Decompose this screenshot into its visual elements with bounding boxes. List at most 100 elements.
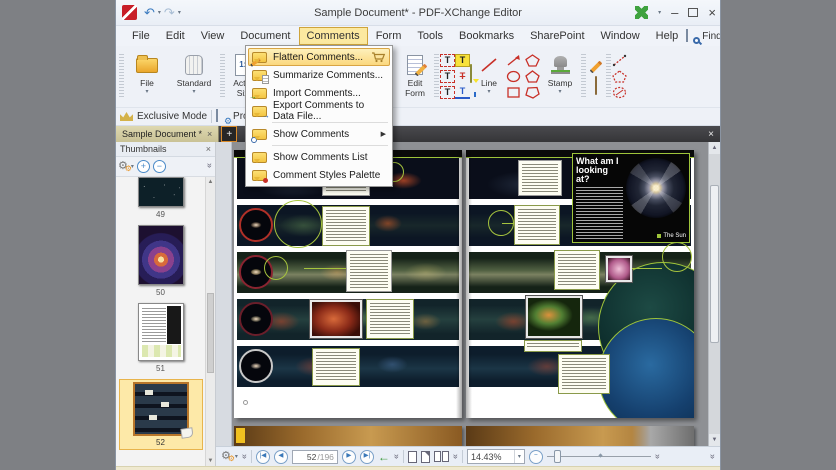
polygon-line-tool-icon[interactable] [525, 54, 540, 67]
callout-tool-icon[interactable]: T [440, 86, 455, 99]
document-tab[interactable]: Sample Document * × [116, 126, 220, 142]
scroll-down-icon[interactable]: ▼ [709, 434, 720, 446]
menu-form[interactable]: Form [368, 27, 410, 45]
thumbnail-zoom-in-button[interactable]: + [136, 160, 150, 173]
new-tab-button[interactable]: + [221, 126, 238, 142]
zoom-slider[interactable] [546, 450, 651, 463]
menu-file[interactable]: File [124, 27, 158, 45]
typewriter-tool-icon[interactable]: T [440, 54, 455, 67]
perimeter-tool-icon[interactable] [612, 70, 627, 83]
statusbar-options-caret-icon[interactable]: ▾ [235, 454, 238, 460]
statusbar-options-button[interactable]: ⚙ ⚙ [221, 451, 235, 463]
area-tool-icon[interactable] [612, 86, 627, 99]
pencil-tool-icon[interactable] [587, 58, 605, 74]
underline-text-tool-icon[interactable]: T [455, 86, 470, 99]
menu-item-show-comments-list[interactable]: Show Comments List [248, 148, 390, 166]
toolbar-grip[interactable] [220, 54, 225, 99]
redo-button[interactable]: ↷ [163, 5, 176, 20]
zoom-slider-handle[interactable] [553, 450, 561, 463]
thumbnail-image-51[interactable] [137, 303, 184, 361]
document-scrollbar[interactable]: ▲ ▼ [708, 142, 720, 446]
menu-document[interactable]: Document [232, 27, 298, 45]
menu-window[interactable]: Window [593, 27, 648, 45]
file-button[interactable]: File ▾ [125, 48, 169, 105]
statusbar-chevron-icon[interactable]: » [240, 454, 250, 459]
thumbnail-image-49[interactable] [137, 177, 184, 207]
zoom-chevron-icon[interactable]: » [653, 454, 663, 459]
menu-item-comment-styles-palette[interactable]: Comment Styles Palette [248, 166, 390, 184]
exclusive-mode-button[interactable]: Exclusive Mode [137, 111, 207, 122]
minimize-button[interactable]: – [671, 6, 678, 19]
thumbnails-options-button[interactable]: ⚙ ⚙ [118, 161, 132, 173]
toolbar-grip[interactable] [434, 54, 439, 99]
document-scrollbar-thumb[interactable] [710, 184, 719, 343]
single-page-layout-button[interactable] [407, 450, 417, 463]
redo-caret-icon[interactable]: ▾ [178, 10, 181, 16]
previous-view-button[interactable]: ← [378, 451, 390, 463]
thumbnails-scrollbar[interactable]: ▲ ▼ [205, 177, 215, 466]
stamp-button[interactable]: Stamp ▾ [540, 48, 580, 105]
view-history-chevron-icon[interactable]: » [392, 454, 402, 459]
menu-item-summarize-comments[interactable]: Summarize Comments... [248, 66, 390, 84]
text-box-tool-icon[interactable]: T [440, 70, 455, 83]
thumbnail-selected-highlight[interactable]: 52 [118, 379, 203, 450]
thumbnails-scrollbar-thumb[interactable] [207, 292, 214, 373]
thumbnails-more-chevron-icon[interactable]: » [205, 163, 215, 170]
scroll-up-icon[interactable]: ▲ [709, 142, 720, 154]
menu-sharepoint[interactable]: SharePoint [522, 27, 592, 45]
thumbnail-item-52[interactable]: 52 [116, 379, 205, 450]
thumbnail-item-50[interactable]: 50 [116, 225, 205, 303]
oval-tool-icon[interactable] [506, 70, 521, 83]
last-page-button[interactable]: ▶| [359, 449, 374, 464]
standard-button[interactable]: Standard ▾ [169, 48, 219, 105]
layout-chevron-icon[interactable]: » [451, 454, 461, 459]
edit-form-button[interactable]: Edit Form [397, 48, 433, 105]
next-page-button[interactable]: ▶ [341, 449, 356, 464]
previous-page-button[interactable]: ◀ [273, 449, 288, 464]
first-page-button[interactable]: |◀ [255, 449, 270, 464]
menu-item-show-comments[interactable]: Show Comments ▶ [248, 125, 390, 143]
continuous-layout-button[interactable] [420, 450, 430, 463]
undo-button[interactable]: ↶ [143, 5, 156, 20]
thumbnail-image-50[interactable] [137, 225, 184, 285]
menu-item-flatten-comments[interactable]: Flatten Comments... [248, 48, 390, 67]
menu-view[interactable]: View [193, 27, 233, 45]
thumbnail-zoom-out-button[interactable]: − [152, 160, 166, 173]
zoom-level-select[interactable]: 14.43% ▾ [466, 449, 525, 464]
menu-tools[interactable]: Tools [409, 27, 451, 45]
thumbnail-item-49[interactable]: 49 [116, 177, 205, 225]
scroll-up-icon[interactable]: ▲ [206, 177, 215, 187]
statusbar-more-chevron-icon[interactable]: » [708, 454, 718, 459]
highlight-text-tool-icon[interactable]: T [455, 54, 470, 67]
panel-splitter[interactable] [216, 142, 232, 446]
polygon-tool-icon[interactable] [525, 86, 540, 99]
thumbnail-item-51[interactable]: 51 [116, 303, 205, 379]
toolbar-grip[interactable] [119, 54, 124, 99]
menu-help[interactable]: Help [648, 27, 687, 45]
tab-close-icon[interactable]: × [207, 129, 212, 139]
toolbar-grip[interactable] [581, 54, 586, 99]
scroll-down-icon[interactable]: ▼ [206, 456, 215, 466]
ui-switch-icon[interactable] [635, 6, 649, 19]
sticky-note-tool-icon[interactable] [470, 63, 472, 83]
toolbar-grip[interactable] [606, 54, 611, 99]
rectangle-tool-icon[interactable] [506, 86, 521, 99]
page-number-input[interactable]: 52 /196 [291, 449, 338, 464]
zoom-out-button[interactable]: − [528, 449, 543, 464]
menu-edit[interactable]: Edit [158, 27, 193, 45]
maximize-button[interactable] [688, 8, 699, 17]
arrow-tool-icon[interactable] [506, 54, 521, 67]
two-page-layout-button[interactable] [433, 451, 449, 462]
thumbnails-close-icon[interactable]: × [206, 144, 211, 154]
menu-comments[interactable]: Comments [298, 27, 368, 45]
line-button[interactable]: Line ▾ [472, 48, 506, 105]
ui-switch-caret-icon[interactable]: ▾ [658, 10, 661, 16]
close-button[interactable]: × [708, 6, 716, 19]
distance-tool-icon[interactable] [612, 54, 627, 67]
tab-bar-close-icon[interactable]: × [702, 126, 720, 142]
pentagon-tool-icon[interactable] [525, 70, 540, 83]
undo-caret-icon[interactable]: ▾ [158, 10, 161, 16]
menu-item-export-comments[interactable]: → Export Comments to Data File... [248, 100, 390, 122]
strikeout-text-tool-icon[interactable]: T [455, 70, 470, 83]
find-button[interactable]: Find... [702, 31, 720, 42]
